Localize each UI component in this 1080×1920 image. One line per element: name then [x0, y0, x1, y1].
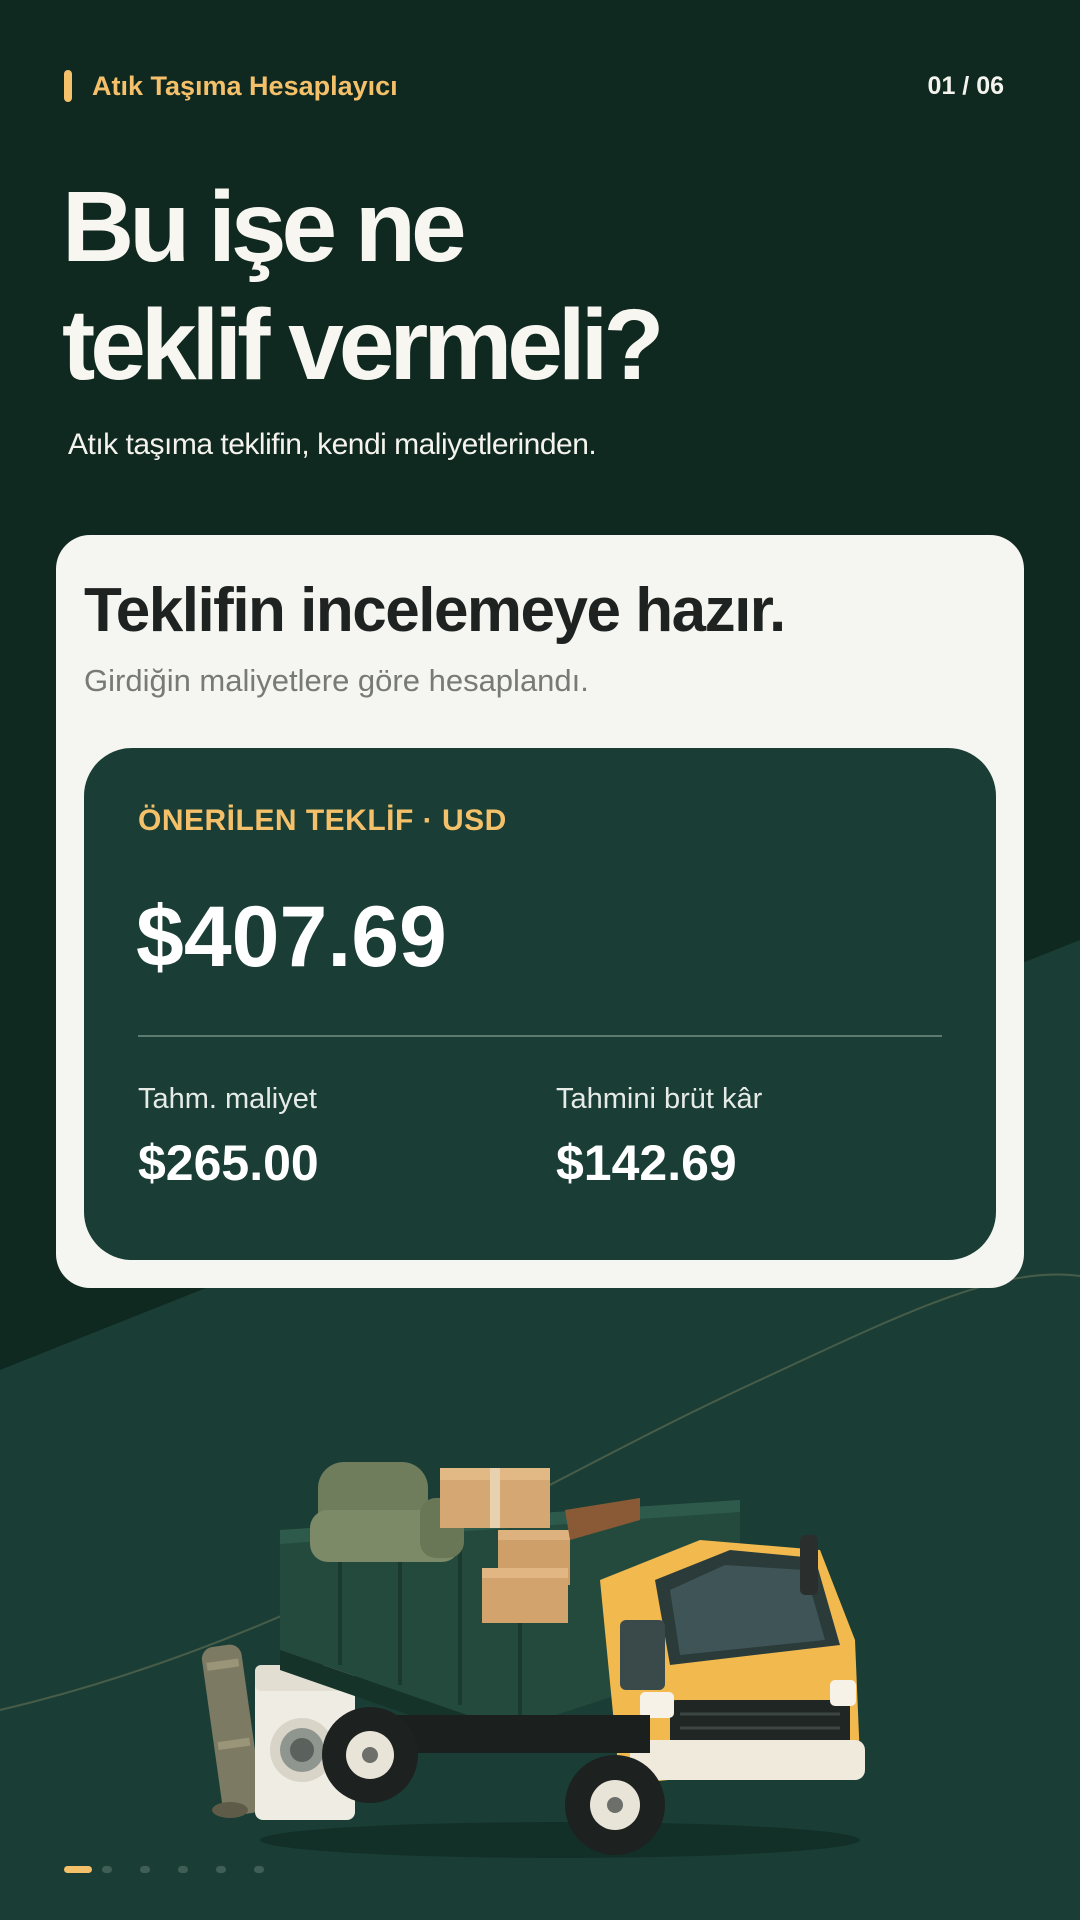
- pagination-dot-active[interactable]: [64, 1866, 92, 1873]
- offer-label: ÖNERİLEN TEKLİF · USD: [138, 804, 507, 837]
- cost-label: Tahm. maliyet: [138, 1083, 317, 1115]
- profit-value: $142.69: [556, 1135, 737, 1191]
- result-card: Teklifin incelemeye hazır. Girdiğin mali…: [56, 535, 1024, 1288]
- hero-headline: Bu işe ne teklif vermeli?: [62, 168, 962, 404]
- top-bar: Atık Taşıma Hesaplayıcı 01 / 06: [64, 70, 1004, 104]
- offer-divider: [138, 1035, 942, 1037]
- offer-panel: ÖNERİLEN TEKLİF · USD $407.69 Tahm. mali…: [84, 748, 996, 1260]
- app-title: Atık Taşıma Hesaplayıcı: [92, 71, 398, 101]
- dump-truck-icon: [201, 1462, 865, 1858]
- profit-label: Tahmini brüt kâr: [556, 1083, 763, 1115]
- card-subtitle: Girdiğin maliyetlere göre hesaplandı.: [84, 663, 589, 698]
- pagination-dot[interactable]: [178, 1866, 188, 1873]
- pagination-dot[interactable]: [254, 1866, 264, 1873]
- offer-price: $407.69: [136, 889, 447, 985]
- page-counter: 01 / 06: [927, 72, 1004, 100]
- cost-value: $265.00: [138, 1135, 319, 1191]
- hero-subline: Atık taşıma teklifin, kendi maliyetlerin…: [68, 428, 597, 461]
- rug-roll: [201, 1644, 263, 1818]
- pagination-dot[interactable]: [140, 1866, 150, 1873]
- title-accent-bar: [64, 70, 72, 102]
- pagination-dot[interactable]: [102, 1866, 112, 1873]
- headline-line-2: teklif vermeli?: [62, 289, 665, 401]
- pagination-dot[interactable]: [216, 1866, 226, 1873]
- truck-illustration: [200, 1440, 880, 1870]
- cost-stat: Tahm. maliyet $265.00: [138, 1083, 319, 1192]
- card-title: Teklifin incelemeye hazır.: [84, 576, 786, 645]
- headline-line-1: Bu işe ne: [62, 171, 467, 283]
- profit-stat: Tahmini brüt kâr $142.69: [556, 1083, 762, 1192]
